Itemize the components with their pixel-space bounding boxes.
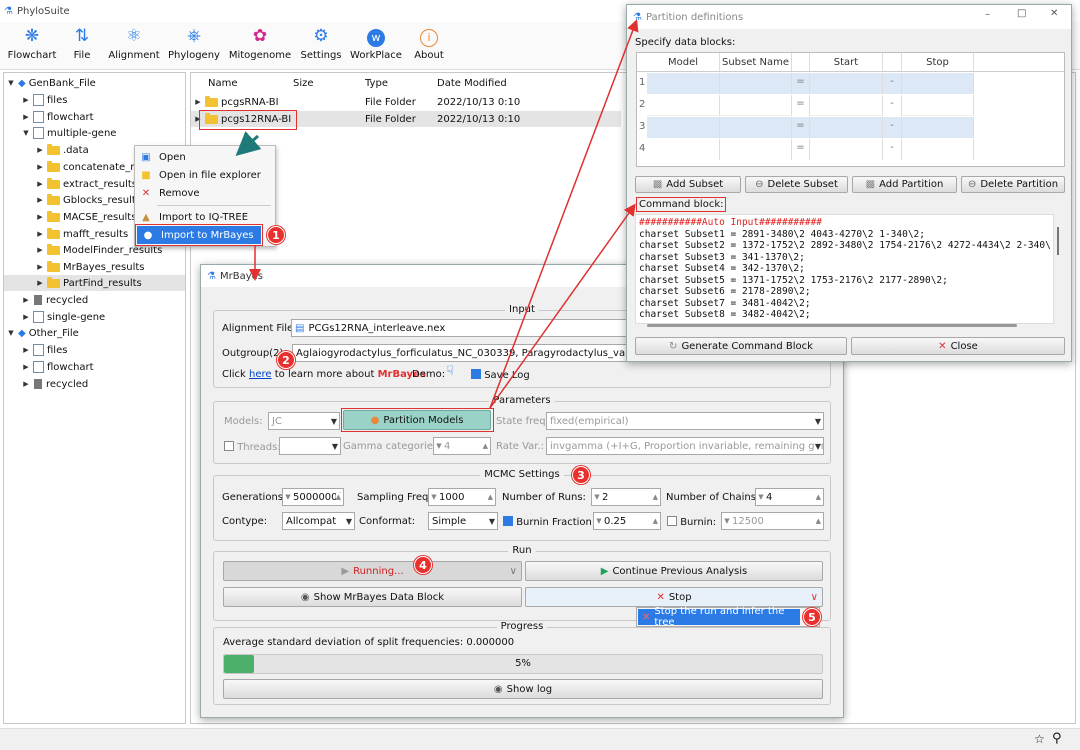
arrow-to-context-menu <box>235 131 262 156</box>
arrow-to-partition-title <box>489 19 639 409</box>
annotation-arrows <box>235 19 639 409</box>
arrow-to-command-block <box>489 203 636 409</box>
